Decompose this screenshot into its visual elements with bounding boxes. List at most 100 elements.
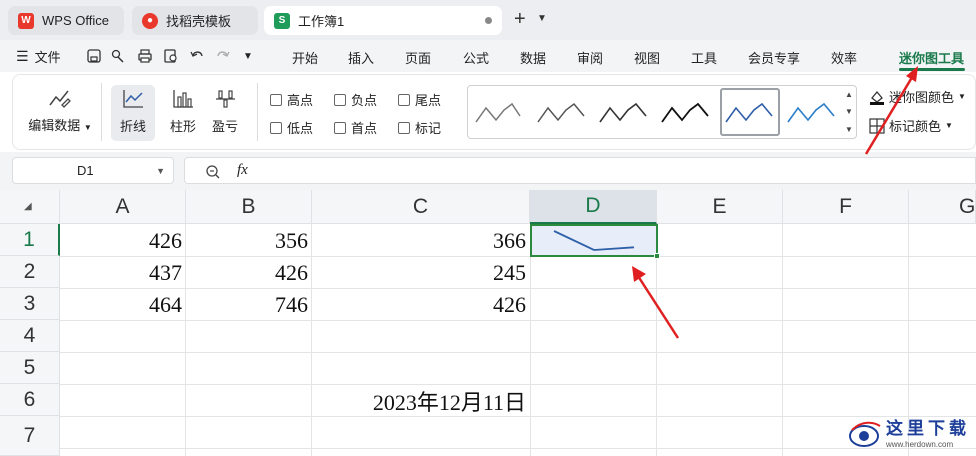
menu-efficiency[interactable]: 效率: [831, 48, 857, 67]
marker-color-button[interactable]: 标记颜色 ▼: [869, 116, 953, 135]
watermark-text: 这里下载: [886, 419, 970, 438]
new-tab-plus-icon[interactable]: +: [514, 8, 526, 31]
column-header-f[interactable]: F: [783, 190, 909, 224]
column-header-g[interactable]: G: [909, 190, 976, 224]
spreadsheet-grid: ◢ A B C D E F G 1 2 3 4 5 6 7 426 356 36…: [0, 190, 976, 456]
select-all-corner[interactable]: ◢: [0, 190, 60, 224]
tab-label: 找稻壳模板: [166, 14, 232, 29]
cell-a2[interactable]: 437: [60, 257, 186, 289]
column-header-d[interactable]: D: [530, 190, 657, 224]
grid-line: [782, 224, 783, 456]
row-header-2[interactable]: 2: [0, 256, 60, 288]
cell-c3[interactable]: 426: [312, 289, 530, 321]
markers-checkbox[interactable]: 标记: [398, 118, 441, 137]
menu-tools[interactable]: 工具: [691, 48, 717, 67]
fx-icon[interactable]: fx: [237, 162, 248, 179]
row-header-5[interactable]: 5: [0, 352, 60, 384]
name-box[interactable]: D1 ▼: [12, 157, 174, 184]
menu-member[interactable]: 会员专享: [748, 48, 800, 67]
row-header-4[interactable]: 4: [0, 320, 60, 352]
tab-bar: W WPS Office ● 找稻壳模板 S 工作簿1 + ▼: [0, 0, 976, 40]
first-point-checkbox[interactable]: 首点: [334, 118, 377, 137]
row-header-7[interactable]: 7: [0, 416, 60, 456]
row-header-1[interactable]: 1: [0, 224, 60, 256]
cell-b1[interactable]: 356: [186, 225, 312, 257]
gallery-scroll[interactable]: ▲ ▼ ▼: [842, 86, 856, 138]
menu-view[interactable]: 视图: [634, 48, 660, 67]
line-label: 折线: [119, 119, 146, 134]
tab-label: WPS Office: [42, 13, 109, 28]
sparkline-type-column-button[interactable]: 柱形: [161, 88, 205, 135]
checkbox-box[interactable]: [334, 93, 346, 106]
print-preview-icon[interactable]: [163, 48, 179, 64]
menu-data[interactable]: 数据: [520, 48, 546, 67]
formula-input[interactable]: fx: [184, 157, 976, 184]
sparkline-color-button[interactable]: 迷你图颜色 ▼: [869, 87, 966, 106]
undo-icon[interactable]: [189, 48, 205, 64]
row-header-3[interactable]: 3: [0, 288, 60, 320]
column-header-c[interactable]: C: [312, 190, 530, 224]
chevron-down-icon[interactable]: ▼: [537, 13, 547, 24]
grid-line: [530, 224, 531, 456]
watermark-url: www.herdown.com: [886, 440, 954, 449]
menu-insert[interactable]: 插入: [348, 48, 374, 67]
cell-a1[interactable]: 426: [60, 225, 186, 257]
quick-access-more-icon[interactable]: ▼: [243, 51, 253, 62]
redo-icon[interactable]: [215, 48, 231, 64]
watermark-globe-icon: [849, 421, 881, 447]
format-painter-icon[interactable]: [110, 48, 126, 64]
checkbox-box[interactable]: [398, 121, 410, 134]
low-point-checkbox[interactable]: 低点: [270, 118, 313, 137]
checkbox-label: 高点: [287, 93, 314, 108]
negative-point-checkbox[interactable]: 负点: [334, 90, 377, 109]
hamburger-icon: ☰: [16, 48, 29, 64]
column-label: 柱形: [169, 119, 196, 134]
scroll-down-icon[interactable]: ▼: [845, 107, 853, 116]
cell-c1[interactable]: 366: [312, 225, 530, 257]
zoom-icon[interactable]: [205, 164, 221, 180]
checkbox-label: 标记: [415, 121, 442, 136]
column-header-a[interactable]: A: [60, 190, 186, 224]
checkbox-box[interactable]: [398, 93, 410, 106]
column-header-e[interactable]: E: [657, 190, 783, 224]
tab-docer-templates[interactable]: ● 找稻壳模板: [132, 6, 258, 35]
menu-home[interactable]: 开始: [292, 48, 318, 67]
line-chart-icon: [123, 90, 143, 108]
cell-a3[interactable]: 464: [60, 289, 186, 321]
tab-workbook1[interactable]: S 工作簿1: [264, 6, 502, 35]
menu-sparkline-tools[interactable]: 迷你图工具: [899, 48, 964, 67]
sparkline-type-winloss-button[interactable]: 盈亏: [203, 88, 247, 135]
cell-b2[interactable]: 426: [186, 257, 312, 289]
menu-page[interactable]: 页面: [405, 48, 431, 67]
sparkline-type-line-button[interactable]: 折线: [111, 85, 155, 141]
active-tab-underline: [899, 68, 965, 71]
menu-formula[interactable]: 公式: [463, 48, 489, 67]
tab-wps-office[interactable]: W WPS Office: [8, 6, 124, 35]
menu-review[interactable]: 审阅: [577, 48, 603, 67]
selected-style-option[interactable]: [720, 88, 780, 136]
high-point-checkbox[interactable]: 高点: [270, 90, 313, 109]
edit-data-button[interactable]: 编辑数据 ▼: [27, 87, 93, 134]
chevron-down-icon[interactable]: ▼: [156, 166, 165, 176]
save-icon[interactable]: [86, 48, 102, 64]
print-icon[interactable]: [137, 48, 153, 64]
checkbox-label: 负点: [351, 93, 378, 108]
cell-b3[interactable]: 746: [186, 289, 312, 321]
column-header-b[interactable]: B: [186, 190, 312, 224]
fill-handle[interactable]: [654, 253, 660, 259]
last-point-checkbox[interactable]: 尾点: [398, 90, 441, 109]
active-cell-d1[interactable]: [530, 224, 660, 259]
row-header-6[interactable]: 6: [0, 384, 60, 416]
checkbox-box[interactable]: [270, 93, 282, 106]
unsaved-dot-icon[interactable]: [485, 17, 492, 24]
cell-c2[interactable]: 245: [312, 257, 530, 289]
paint-bucket-icon: [870, 90, 884, 105]
checkbox-box[interactable]: [334, 121, 346, 134]
scroll-up-icon[interactable]: ▲: [845, 90, 853, 99]
gallery-expand-icon[interactable]: ▼: [845, 125, 853, 134]
ribbon-divider: [257, 83, 258, 141]
cell-c6[interactable]: 2023年12月11日: [312, 385, 530, 417]
file-menu[interactable]: ☰ 文件: [16, 47, 61, 66]
checkbox-box[interactable]: [270, 121, 282, 134]
style-option-3: [599, 102, 647, 123]
